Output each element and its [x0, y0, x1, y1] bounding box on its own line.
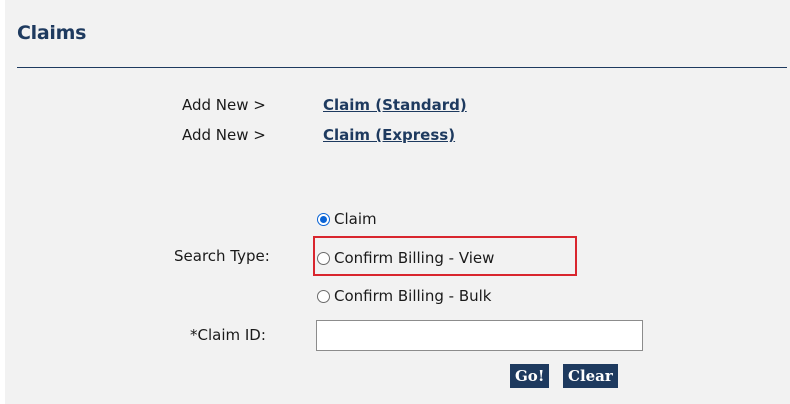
go-button[interactable]: Go!: [510, 364, 550, 388]
radio-option-label: Confirm Billing - View: [334, 249, 495, 267]
radio-option-confirm-billing-bulk[interactable]: Confirm Billing - Bulk: [317, 285, 491, 307]
clear-button[interactable]: Clear: [563, 364, 618, 388]
radio-button[interactable]: [317, 289, 330, 303]
add-new-row-express: Add New > Claim (Express): [5, 126, 790, 148]
claim-id-label: *Claim ID:: [190, 326, 266, 344]
add-new-row-standard: Add New > Claim (Standard): [5, 96, 790, 118]
radio-option-label: Confirm Billing - Bulk: [334, 287, 492, 305]
radio-button[interactable]: [317, 251, 330, 265]
claim-id-input[interactable]: [316, 320, 643, 351]
claim-standard-link[interactable]: Claim (Standard): [323, 96, 467, 114]
page-title: Claims: [17, 22, 87, 44]
radio-option-label: Claim: [334, 210, 377, 228]
add-new-label: Add New >: [182, 126, 266, 144]
search-type-label: Search Type:: [174, 247, 270, 265]
claims-panel: Claims Add New > Claim (Standard) Add Ne…: [5, 0, 790, 404]
add-new-label: Add New >: [182, 96, 266, 114]
radio-button-checked[interactable]: [317, 212, 330, 226]
radio-option-claim[interactable]: Claim: [317, 208, 377, 230]
claim-express-link[interactable]: Claim (Express): [323, 126, 455, 144]
radio-option-confirm-billing-view[interactable]: Confirm Billing - View: [317, 247, 494, 269]
title-divider: [17, 67, 787, 68]
